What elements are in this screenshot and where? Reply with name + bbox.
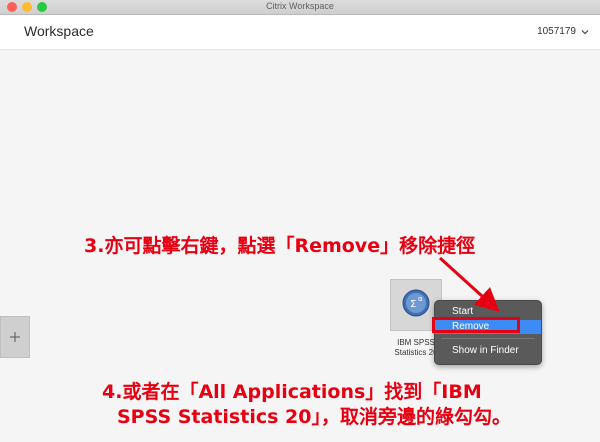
svg-text:α: α <box>418 295 423 303</box>
spss-icon: Σ α <box>402 289 430 317</box>
remove-highlight-box <box>432 317 520 333</box>
window-title: Citrix Workspace <box>266 1 334 11</box>
annotation-step3: 3.亦可點擊右鍵，點選「Remove」移除捷徑 <box>84 235 476 257</box>
username: 1057179 <box>537 26 576 37</box>
user-menu[interactable]: 1057179 <box>537 26 590 37</box>
annotation-step4-line1: 4.或者在「All Applications」找到「IBM <box>102 381 482 403</box>
arrow-line <box>438 256 500 313</box>
menu-item-show-in-finder[interactable]: Show in Finder <box>435 344 541 358</box>
add-app-button[interactable] <box>0 316 30 358</box>
app-name: Workspace <box>24 23 94 39</box>
plus-icon <box>10 332 20 342</box>
window-titlebar: Citrix Workspace <box>0 0 600 15</box>
svg-text:Σ: Σ <box>410 299 416 310</box>
menu-separator <box>441 338 535 339</box>
app-header: Workspace 1057179 <box>0 15 600 50</box>
chevron-down-icon <box>581 29 589 34</box>
annotation-arrow <box>438 256 500 313</box>
annotation-step4-line2: SPSS Statistics 20」，取消旁邊的綠勾勾。 <box>117 406 511 428</box>
